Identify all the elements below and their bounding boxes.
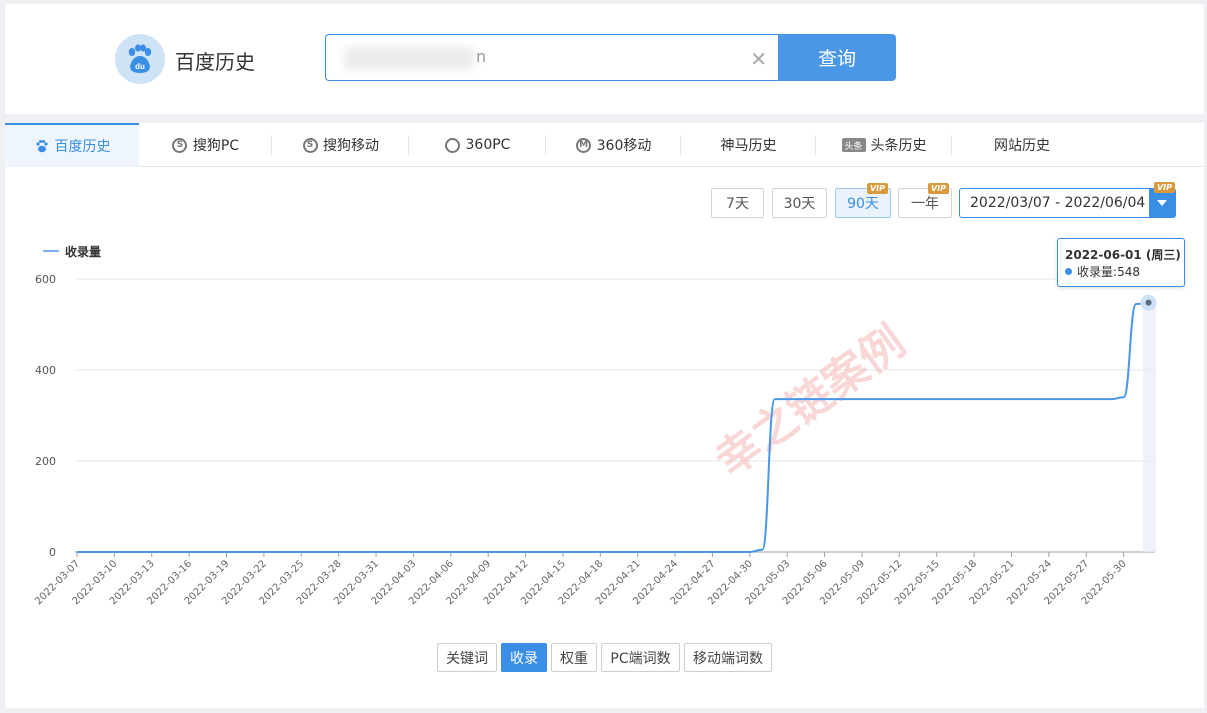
metric-indexed-button[interactable]: 收录 <box>501 643 547 672</box>
metric-label: 权重 <box>560 650 588 667</box>
series-dot-icon <box>1065 268 1072 275</box>
y-tick-label: 600 <box>35 273 56 286</box>
metric-weight-button[interactable]: 权重 <box>551 643 597 672</box>
tooltip-row: 收录量:548 <box>1065 263 1140 280</box>
tooltip-series: 收录量 <box>1077 265 1114 279</box>
metric-label: 收录 <box>510 650 538 667</box>
hover-dot <box>1145 299 1152 306</box>
y-tick-label: 0 <box>49 546 56 559</box>
hover-band <box>1143 298 1156 552</box>
line-chart: 2022-03-072022-03-102022-03-132022-03-16… <box>33 244 1157 607</box>
legend: 收录量 <box>43 244 101 259</box>
tooltip-title: 2022-06-01 (周三) <box>1065 248 1181 262</box>
chart-tooltip: 2022-06-01 (周三) 收录量:548 <box>1057 238 1185 287</box>
metric-label: 关键词 <box>446 650 488 667</box>
legend-label: 收录量 <box>65 244 101 259</box>
chart-grid <box>75 278 1155 553</box>
series-line-收录量 <box>77 301 1149 554</box>
metric-label: 移动端词数 <box>693 650 763 667</box>
x-axis: 2022-03-072022-03-102022-03-132022-03-16… <box>33 552 1129 607</box>
y-tick-label: 200 <box>35 455 56 468</box>
tooltip-value: 548 <box>1117 264 1140 279</box>
metric-mobile-words-button[interactable]: 移动端词数 <box>684 643 772 672</box>
y-axis: 0 200 400 600 <box>35 273 56 559</box>
y-tick-label: 400 <box>35 364 56 377</box>
metric-label: PC端词数 <box>610 650 671 667</box>
metric-keywords-button[interactable]: 关键词 <box>437 643 497 672</box>
metric-pc-words-button[interactable]: PC端词数 <box>601 643 680 672</box>
